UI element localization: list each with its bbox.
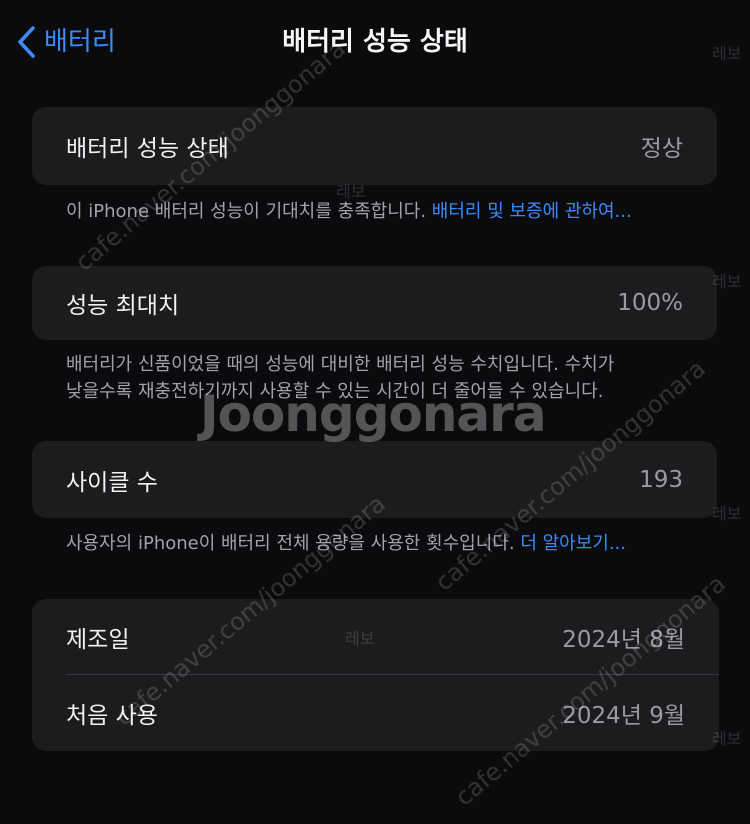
dates-group: 제조일 2024년 8월 처음 사용 2024년 9월 — [32, 599, 719, 751]
max-capacity-group: 성능 최대치 100% — [32, 266, 717, 340]
max-capacity-footnote: 배터리가 신품이었을 때의 성능에 대비한 배터리 성능 수치입니다. 수치가 … — [66, 351, 614, 405]
first-use-date-row: 처음 사용 2024년 9월 — [32, 675, 719, 751]
cycle-count-value: 193 — [639, 466, 683, 493]
battery-health-label: 배터리 성능 상태 — [66, 136, 229, 162]
cycle-count-group: 사이클 수 193 — [32, 441, 717, 518]
battery-warranty-link[interactable]: 배터리 및 보증에 관하여... — [432, 201, 632, 222]
first-use-date-value: 2024년 9월 — [562, 703, 685, 729]
learn-more-link[interactable]: 더 알아보기... — [520, 533, 626, 554]
manufacture-date-row: 제조일 2024년 8월 — [32, 599, 719, 674]
battery-health-row: 배터리 성능 상태 정상 — [32, 107, 717, 185]
manufacture-date-value: 2024년 8월 — [562, 626, 685, 653]
page-title: 배터리 성능 상태 — [282, 27, 468, 57]
battery-health-screen: 배터리 배터리 성능 상태 배터리 성능 상태 정상 이 iPhone 배터리 … — [0, 0, 750, 824]
manufacture-date-label: 제조일 — [66, 626, 130, 653]
max-capacity-value: 100% — [617, 290, 683, 316]
battery-health-value: 정상 — [640, 136, 683, 162]
navigation-bar: 배터리 배터리 성능 상태 — [0, 0, 750, 84]
max-capacity-footnote-line1: 배터리가 신품이었을 때의 성능에 대비한 배터리 성능 수치입니다. 수치가 — [66, 354, 615, 375]
cycle-count-footnote-text: 사용자의 iPhone이 배터리 전체 용량을 사용한 횟수입니다. — [66, 533, 515, 554]
max-capacity-row: 성능 최대치 100% — [32, 266, 717, 340]
cycle-count-row: 사이클 수 193 — [32, 441, 717, 518]
battery-health-group: 배터리 성능 상태 정상 — [32, 107, 717, 185]
cycle-count-footnote: 사용자의 iPhone이 배터리 전체 용량을 사용한 횟수입니다. 더 알아보… — [66, 530, 626, 557]
max-capacity-footnote-line2: 낮을수록 재충전하기까지 사용할 수 있는 시간이 더 줄어들 수 있습니다. — [66, 381, 604, 402]
cycle-count-label: 사이클 수 — [66, 469, 158, 496]
first-use-date-label: 처음 사용 — [66, 703, 158, 729]
max-capacity-label: 성능 최대치 — [66, 293, 180, 319]
battery-health-footnote-text: 이 iPhone 배터리 성능이 기대치를 충족합니다. — [66, 201, 427, 222]
battery-health-footnote: 이 iPhone 배터리 성능이 기대치를 충족합니다. 배터리 및 보증에 관… — [66, 198, 632, 225]
